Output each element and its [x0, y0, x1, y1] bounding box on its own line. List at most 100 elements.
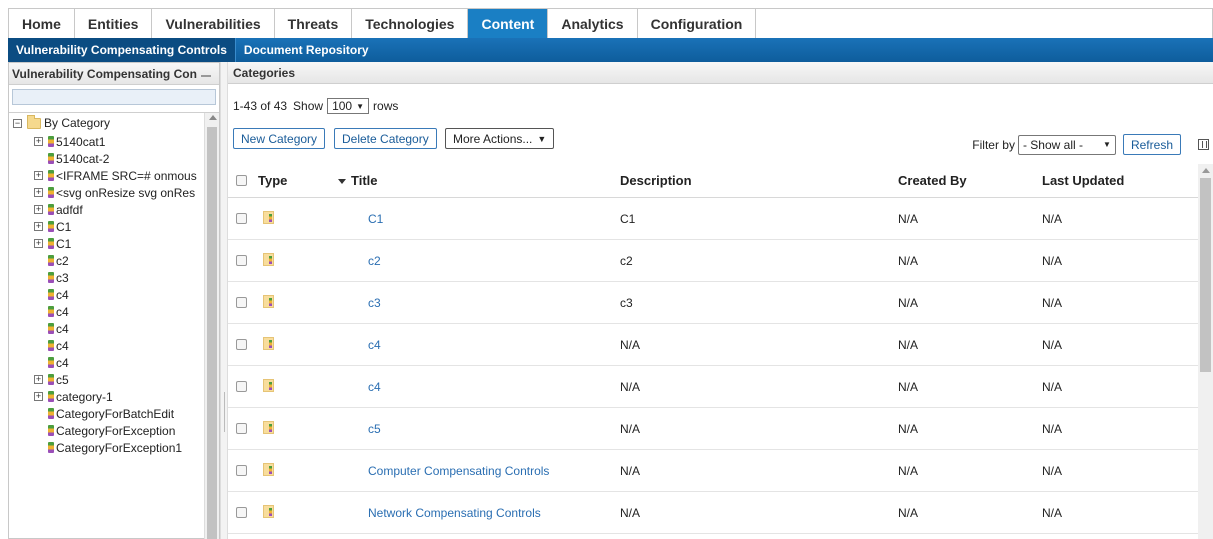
tree-node[interactable]: c4 — [9, 337, 205, 354]
tree-node[interactable]: + adfdf — [9, 201, 205, 218]
table-scrollbar[interactable] — [1198, 164, 1213, 539]
tab-technologies[interactable]: Technologies — [352, 9, 469, 38]
tree-node[interactable]: − By Category — [9, 113, 205, 133]
tree-node[interactable]: + c5 — [9, 371, 205, 388]
pager-rows-label: rows — [373, 99, 399, 113]
category-icon — [263, 420, 274, 434]
expand-icon[interactable]: + — [34, 171, 43, 180]
tree-node[interactable]: c3 — [9, 269, 205, 286]
right-panel: Categories 1-43 of 43 Show 100 ▼ rows Ne… — [228, 62, 1213, 539]
row-description: C1 — [620, 211, 636, 226]
tree-node[interactable]: CategoryForBatchEdit — [9, 405, 205, 422]
tab-bar-filler — [756, 9, 1212, 38]
tree-filter-input[interactable] — [12, 89, 216, 105]
tab-analytics[interactable]: Analytics — [548, 9, 638, 38]
row-checkbox[interactable] — [236, 423, 247, 434]
splitter-grip-icon[interactable] — [224, 392, 225, 432]
column-chooser-icon[interactable] — [1198, 139, 1209, 150]
row-title-link[interactable]: Network Compensating Controls — [338, 506, 620, 520]
filter-select[interactable]: - Show all - ▼ — [1017, 134, 1116, 155]
row-title-link[interactable]: Computer Compensating Controls — [338, 464, 620, 478]
row-title-link[interactable]: c5 — [338, 422, 620, 436]
row-select-cell — [228, 255, 258, 266]
category-icon — [48, 357, 54, 368]
tree-node[interactable]: +5140cat1 — [9, 133, 205, 150]
row-checkbox[interactable] — [236, 465, 247, 476]
tree-node[interactable]: 5140cat-2 — [9, 150, 205, 167]
tab-vulnerabilities[interactable]: Vulnerabilities — [152, 9, 275, 38]
column-created-by[interactable]: Created By — [898, 173, 1042, 188]
panel-splitter[interactable] — [220, 62, 228, 539]
category-color-bar — [269, 507, 272, 516]
column-type[interactable]: Type — [258, 173, 338, 188]
tree-node[interactable]: c2 — [9, 252, 205, 269]
tab-home[interactable]: Home — [9, 9, 75, 38]
collapse-icon[interactable]: − — [13, 118, 22, 128]
tab-threats[interactable]: Threats — [274, 9, 353, 38]
tab-configuration[interactable]: Configuration — [637, 9, 757, 38]
tree-node[interactable]: c4 — [9, 354, 205, 371]
category-icon — [263, 504, 274, 518]
new-category-button[interactable]: New Category — [233, 128, 326, 149]
category-icon — [48, 442, 54, 453]
subtab-0[interactable]: Vulnerability Compensating Controls — [8, 38, 235, 62]
row-type-cell — [258, 462, 338, 479]
tree-node[interactable]: + <svg onResize svg onRes — [9, 184, 205, 201]
tree-node[interactable]: CategoryForException — [9, 422, 205, 439]
row-title-link[interactable]: c2 — [338, 254, 620, 268]
tree-node[interactable]: c4 — [9, 320, 205, 337]
row-checkbox[interactable] — [236, 213, 247, 224]
tree-node-label: c4 — [56, 355, 69, 370]
tree-node[interactable]: + C1 — [9, 218, 205, 235]
row-title-link[interactable]: c3 — [338, 296, 620, 310]
expand-icon[interactable]: + — [34, 137, 43, 146]
refresh-button[interactable]: Refresh — [1122, 134, 1181, 155]
tree-node[interactable]: + <IFRAME SRC=# onmous — [9, 167, 205, 184]
select-all-cell — [228, 175, 258, 186]
tab-content[interactable]: Content — [468, 9, 549, 38]
row-last-updated: N/A — [1042, 211, 1063, 226]
row-checkbox[interactable] — [236, 255, 247, 266]
delete-category-button[interactable]: Delete Category — [334, 128, 437, 149]
expand-icon[interactable]: + — [34, 205, 43, 214]
chevron-down-icon: ▼ — [356, 101, 365, 111]
scroll-up-icon[interactable] — [209, 115, 217, 120]
minimize-icon[interactable] — [201, 67, 211, 77]
row-checkbox[interactable] — [236, 339, 247, 350]
row-created-by: N/A — [898, 295, 919, 310]
tree-node[interactable]: + category-1 — [9, 388, 205, 405]
subtab-1[interactable]: Document Repository — [234, 38, 377, 62]
column-last-updated[interactable]: Last Updated — [1042, 173, 1198, 188]
row-description: c2 — [620, 253, 633, 268]
expand-icon[interactable]: + — [34, 222, 43, 231]
column-title[interactable]: Title — [338, 173, 620, 188]
row-title-link[interactable]: c4 — [338, 380, 620, 394]
expand-icon[interactable]: + — [34, 188, 43, 197]
tree-node[interactable]: + C1 — [9, 235, 205, 252]
row-type-cell — [258, 336, 338, 353]
tree-node[interactable]: c4 — [9, 286, 205, 303]
table-row: c3 c3 N/A N/A — [228, 282, 1198, 324]
scroll-up-icon[interactable] — [1202, 168, 1210, 173]
select-all-checkbox[interactable] — [236, 175, 247, 186]
expand-icon[interactable]: + — [34, 239, 43, 248]
category-doc-icon — [263, 336, 274, 350]
tree-node[interactable]: c4 — [9, 303, 205, 320]
more-actions-button[interactable]: More Actions... ▼ — [445, 128, 555, 149]
tree-scroll-thumb[interactable] — [207, 127, 217, 539]
expand-icon[interactable]: + — [34, 375, 43, 384]
tree-scrollbar[interactable] — [204, 113, 219, 539]
row-checkbox[interactable] — [236, 297, 247, 308]
table-scroll-thumb[interactable] — [1200, 178, 1211, 372]
row-title-link[interactable]: c4 — [338, 338, 620, 352]
row-title-link[interactable]: C1 — [338, 212, 620, 226]
expand-icon[interactable]: + — [34, 392, 43, 401]
tab-entities[interactable]: Entities — [74, 9, 153, 38]
row-last-updated: N/A — [1042, 379, 1063, 394]
column-description[interactable]: Description — [620, 173, 898, 188]
row-checkbox[interactable] — [236, 381, 247, 392]
tree-node[interactable]: CategoryForException1 — [9, 439, 205, 456]
top-tabs: Home Entities Vulnerabilities Threats Techno… — [8, 8, 1213, 38]
row-checkbox[interactable] — [236, 507, 247, 518]
page-size-select[interactable]: 100 ▼ — [327, 98, 370, 114]
